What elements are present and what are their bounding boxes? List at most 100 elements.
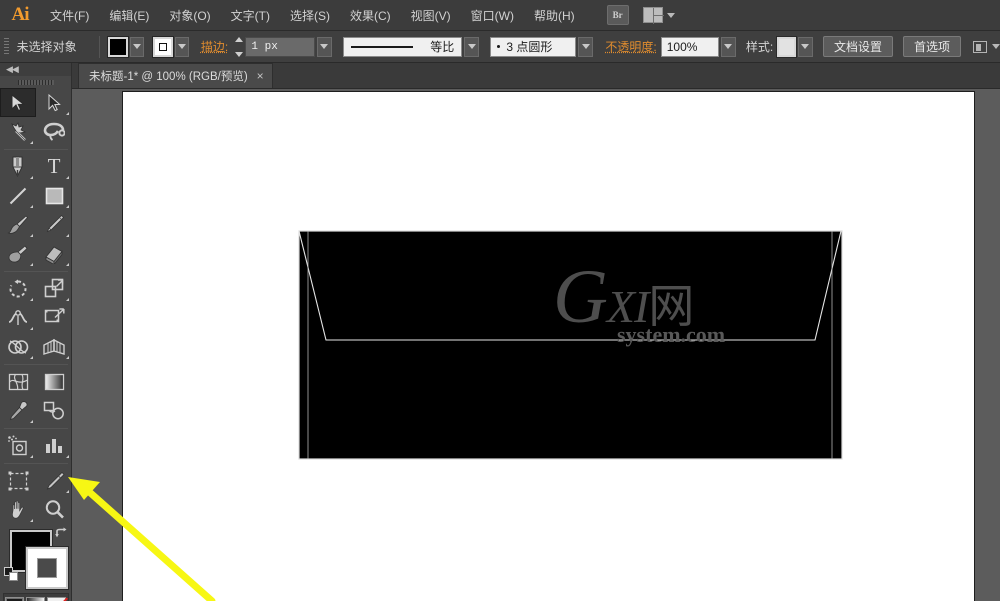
menu-edit[interactable]: 编辑(E) (100, 3, 158, 28)
app-logo: Ai (11, 4, 30, 25)
hand-tool[interactable] (0, 495, 36, 524)
menu-help[interactable]: 帮助(H) (525, 3, 584, 28)
brush-definition-dropdown[interactable] (578, 36, 594, 57)
menu-object[interactable]: 对象(O) (160, 3, 219, 28)
artboard-tool[interactable] (0, 466, 36, 495)
style-label: 样式: (745, 40, 774, 54)
tool-flyout-indicator (30, 327, 33, 330)
tool-flyout-indicator (30, 455, 33, 458)
chevron-down-icon (132, 44, 141, 49)
control-bar-grip[interactable] (4, 37, 9, 56)
fill-color-swatch[interactable] (106, 35, 129, 58)
stroke-weight-input[interactable]: 1 px (245, 36, 315, 57)
chevron-down-icon (581, 44, 590, 49)
menu-file[interactable]: 文件(F) (41, 3, 98, 28)
toolbox-divider (4, 428, 68, 429)
document-tab-bar: 未标题-1* @ 100% (RGB/预览) × (72, 63, 1000, 89)
menu-effect[interactable]: 效果(C) (341, 3, 400, 28)
pencil-tool[interactable] (36, 210, 72, 239)
symbol-sprayer-tool[interactable] (0, 431, 36, 460)
stroke-weight-dropdown[interactable] (316, 36, 332, 57)
graphic-style-dropdown[interactable] (798, 36, 813, 57)
free-transform-tool[interactable] (36, 303, 72, 332)
blob-brush-tool[interactable] (0, 239, 36, 268)
bridge-button[interactable]: Br (606, 5, 629, 25)
tool-flyout-indicator (66, 112, 69, 115)
rotate-tool[interactable] (0, 274, 36, 303)
close-icon[interactable]: × (257, 70, 264, 82)
column-graph-tool[interactable] (36, 431, 72, 460)
blend-tool[interactable] (36, 396, 72, 425)
toolbox-collapse-button[interactable]: ◀◀ (0, 63, 71, 76)
default-fill-stroke-icon[interactable] (4, 567, 19, 587)
opacity-dropdown[interactable] (720, 36, 736, 57)
eraser-tool[interactable] (36, 239, 72, 268)
scale-tool[interactable] (36, 274, 72, 303)
arrange-documents-icon (642, 7, 664, 24)
mesh-tool[interactable] (0, 367, 36, 396)
slice-tool[interactable] (36, 466, 72, 495)
toolbox-grip[interactable] (0, 76, 71, 88)
tool-flyout-indicator (30, 298, 33, 301)
opacity-label[interactable]: 不透明度: (605, 38, 656, 55)
double-chevron-left-icon: ◀◀ (6, 64, 19, 74)
brush-definition-select[interactable]: 3 点圆形 (490, 36, 577, 57)
tool-flyout-indicator (30, 263, 33, 266)
fill-swatch-group[interactable] (106, 35, 144, 58)
none-fill-button[interactable] (47, 596, 67, 601)
opacity-input[interactable]: 100% (660, 36, 719, 57)
menu-bar: Ai 文件(F) 编辑(E) 对象(O) 文字(T) 选择(S) 效果(C) 视… (0, 0, 1000, 31)
direct-selection-tool[interactable] (36, 88, 72, 117)
gradient-tool[interactable] (36, 367, 72, 396)
paintbrush-tool[interactable] (0, 210, 36, 239)
pen-tool[interactable] (0, 152, 36, 181)
gradient-fill-button[interactable] (25, 596, 45, 601)
lasso-tool[interactable] (36, 117, 72, 146)
tool-flyout-indicator (30, 141, 33, 144)
color-fill-button[interactable] (4, 596, 24, 601)
toolbox-panel: ◀◀ T (0, 63, 72, 601)
envelope-shape[interactable]: GXI网 system.com (298, 230, 843, 460)
stroke-weight-stepper[interactable] (235, 36, 245, 57)
zoom-tool[interactable] (36, 495, 72, 524)
toolbox-stroke-swatch[interactable] (25, 546, 69, 590)
stroke-profile-dropdown[interactable] (464, 36, 480, 57)
magic-wand-tool[interactable] (0, 117, 36, 146)
arrange-documents-button[interactable] (642, 7, 675, 24)
stroke-profile-select[interactable]: 等比 (342, 36, 463, 57)
tool-flyout-indicator (30, 234, 33, 237)
perspective-grid-tool[interactable] (36, 332, 72, 361)
fill-dropdown-button[interactable] (129, 36, 144, 57)
line-segment-tool[interactable] (0, 181, 36, 210)
selection-tool[interactable] (0, 88, 36, 117)
swap-fill-stroke-icon[interactable] (55, 527, 69, 546)
tool-flyout-indicator (66, 234, 69, 237)
document-tab-title: 未标题-1* @ 100% (RGB/预览) (89, 71, 248, 83)
menu-window[interactable]: 窗口(W) (462, 3, 523, 28)
artboard[interactable]: GXI网 system.com (122, 91, 975, 601)
chevron-down-icon (801, 44, 810, 49)
work-area[interactable]: GXI网 system.com (72, 89, 1000, 601)
menu-select[interactable]: 选择(S) (281, 3, 339, 28)
profile-line-icon (350, 45, 413, 48)
stroke-swatch-group[interactable] (151, 35, 189, 58)
tool-flyout-indicator (66, 455, 69, 458)
eyedropper-tool[interactable] (0, 396, 36, 425)
rectangle-tool[interactable] (36, 181, 72, 210)
document-setup-button[interactable]: 文档设置 (822, 36, 893, 57)
stroke-label[interactable]: 描边: (201, 38, 228, 55)
menu-type[interactable]: 文字(T) (222, 3, 279, 28)
control-bar-overflow-button[interactable] (972, 40, 1000, 53)
width-tool[interactable] (0, 303, 36, 332)
stroke-color-swatch[interactable] (151, 35, 174, 58)
stepper-down-icon[interactable] (235, 51, 244, 57)
stroke-dropdown-button[interactable] (174, 36, 189, 57)
stepper-up-icon[interactable] (235, 36, 244, 42)
document-tab[interactable]: 未标题-1* @ 100% (RGB/预览) × (78, 63, 273, 88)
menu-view[interactable]: 视图(V) (402, 3, 460, 28)
type-tool[interactable]: T (36, 152, 72, 181)
preferences-button[interactable]: 首选项 (902, 36, 961, 57)
tool-flyout-indicator (66, 490, 69, 493)
shape-builder-tool[interactable] (0, 332, 36, 361)
graphic-style-swatch[interactable] (776, 35, 798, 58)
